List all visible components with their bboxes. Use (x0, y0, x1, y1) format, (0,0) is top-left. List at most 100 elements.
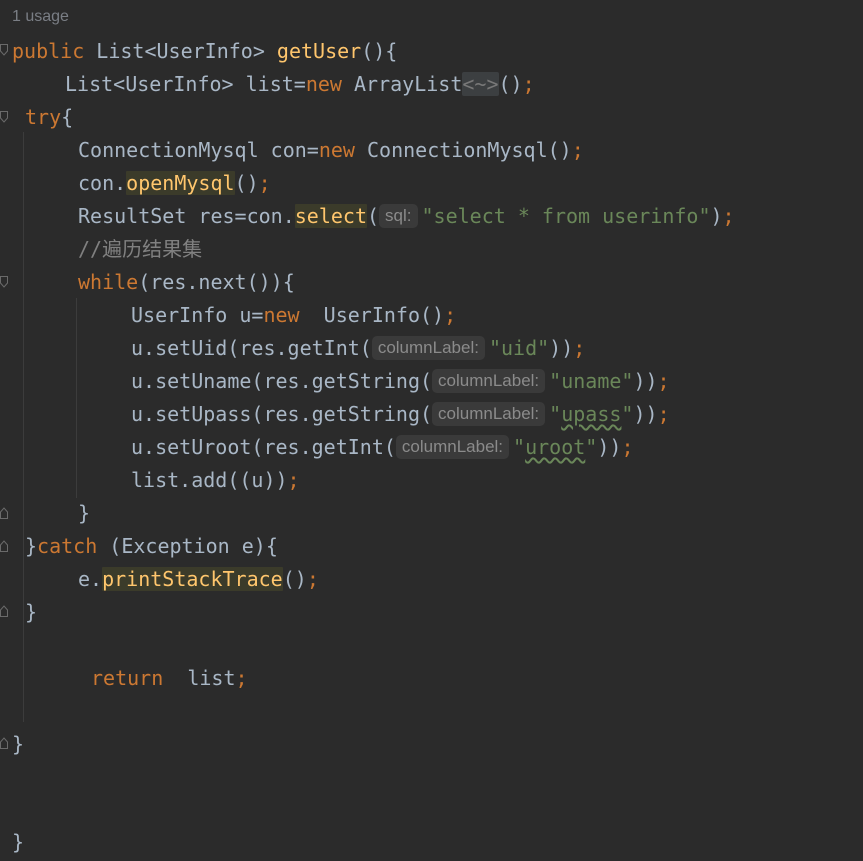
fold-end-icon[interactable] (0, 507, 8, 519)
diamond-fold[interactable]: <~> (462, 72, 499, 96)
code-text: u.setUpass(res.getString( (131, 402, 433, 426)
fold-end-icon[interactable] (0, 540, 8, 552)
parameter-hint: columnLabel: (395, 435, 510, 459)
code-text: } (12, 830, 25, 854)
string-quote: " (513, 435, 526, 459)
semicolon: ; (522, 72, 535, 96)
code-text: u.setUid(res.getInt( (131, 336, 372, 360)
fold-arrow-icon[interactable] (0, 276, 8, 288)
keyword: try (25, 105, 62, 129)
code-line[interactable]: } (12, 826, 24, 859)
code-text: (){ (361, 39, 398, 63)
code-line[interactable]: u.setUid(res.getInt(columnLabel: "uid")); (131, 332, 585, 365)
string-quote: " (549, 402, 562, 426)
semicolon: ; (444, 303, 457, 327)
code-text: ConnectionMysql con= (78, 138, 319, 162)
semicolon: ; (657, 402, 670, 426)
semicolon: ; (306, 567, 319, 591)
code-text: } (25, 600, 38, 624)
code-line[interactable]: }catch (Exception e){ (25, 530, 278, 563)
code-text: )) (549, 336, 574, 360)
string-quote: " (621, 402, 634, 426)
code-line[interactable]: con.openMysql(); (78, 167, 271, 200)
indent-guide (23, 132, 24, 722)
code-line[interactable]: list.add((u)); (131, 464, 300, 497)
fold-end-icon[interactable] (0, 605, 8, 617)
code-line[interactable]: ResultSet res=con.select(sql: "select * f… (78, 200, 735, 233)
code-text: } (25, 534, 38, 558)
code-line[interactable]: } (25, 596, 37, 629)
typo-string[interactable]: upass (561, 402, 621, 426)
keyword: while (78, 270, 139, 294)
parameter-hint: columnLabel: (371, 336, 485, 360)
code-line[interactable]: u.setUpass(res.getString(columnLabel: "up… (131, 398, 670, 431)
method-name: openMysql (126, 171, 235, 195)
code-text: e. (78, 567, 103, 591)
code-line[interactable]: while(res.next()){ (78, 266, 295, 299)
method-name: getUser (276, 39, 362, 63)
fold-end-icon[interactable] (0, 737, 8, 749)
parameter-hint: columnLabel: (432, 369, 546, 393)
code-text: list (163, 666, 236, 690)
fold-arrow-icon[interactable] (0, 44, 8, 56)
code-line[interactable]: return list; (91, 662, 248, 695)
indent-guide (23, 564, 24, 594)
code-text: u.setUroot(res.getInt( (131, 435, 396, 459)
keyword: new (318, 138, 355, 162)
semicolon: ; (258, 171, 271, 195)
semicolon: ; (287, 468, 300, 492)
code-text: } (78, 501, 91, 525)
code-text: UserInfo() (299, 303, 445, 327)
typo-string[interactable]: uroot (525, 435, 585, 459)
code-line[interactable]: ConnectionMysql con=new ConnectionMysql(… (78, 134, 584, 167)
method-name: select (294, 204, 367, 228)
code-text: UserInfo u= (131, 303, 264, 327)
string-quote: " (585, 435, 598, 459)
parameter-hint: columnLabel: (432, 402, 546, 426)
keyword: return (91, 666, 164, 690)
code-text: )) (633, 402, 658, 426)
code-text: ResultSet res=con. (78, 204, 295, 228)
code-text: ( (367, 204, 380, 228)
code-editor[interactable]: 1 usage public List<UserInfo> getUser(){… (0, 0, 863, 861)
string-literal: "select * from userinfo" (421, 204, 711, 228)
comment: //遍历结果集 (78, 237, 203, 261)
code-text: ) (710, 204, 723, 228)
code-line[interactable]: u.setUroot(res.getInt(columnLabel: "uroot… (131, 431, 633, 464)
semicolon: ; (573, 336, 586, 360)
usage-hint[interactable]: 1 usage (12, 8, 69, 30)
code-text: (res.next()){ (138, 270, 295, 294)
code-text: ArrayList (341, 72, 463, 96)
keyword: new (263, 303, 300, 327)
string-literal: "uid" (488, 336, 550, 360)
indent-guide (76, 298, 77, 498)
code-line[interactable]: e.printStackTrace(); (78, 563, 319, 596)
semicolon: ; (235, 666, 248, 690)
code-text: () (234, 171, 259, 195)
code-text: () (282, 567, 307, 591)
code-text: (Exception e){ (97, 534, 278, 558)
code-line[interactable]: public List<UserInfo> getUser(){ (12, 35, 397, 68)
code-text: )) (597, 435, 622, 459)
code-text: { (61, 105, 74, 129)
parameter-hint: sql: (379, 204, 418, 228)
code-line[interactable]: try{ (25, 101, 73, 134)
code-text: list.add((u)) (131, 468, 288, 492)
code-text: List<UserInfo> list= (65, 72, 306, 96)
code-line[interactable]: } (12, 728, 24, 761)
code-line[interactable]: u.setUname(res.getString(columnLabel: "un… (131, 365, 670, 398)
code-line[interactable]: //遍历结果集 (78, 233, 202, 266)
semicolon: ; (621, 435, 634, 459)
code-text: con. (78, 171, 127, 195)
code-text: u.setUname(res.getString( (131, 369, 433, 393)
code-line[interactable]: UserInfo u=new UserInfo(); (131, 299, 456, 332)
semicolon: ; (657, 369, 670, 393)
code-line[interactable]: } (78, 497, 90, 530)
code-text: } (12, 732, 25, 756)
keyword: new (305, 72, 342, 96)
keyword: public (12, 39, 85, 63)
fold-arrow-icon[interactable] (0, 111, 8, 123)
keyword: catch (37, 534, 98, 558)
code-line[interactable]: List<UserInfo> list=new ArrayList<~>(); (65, 68, 535, 101)
semicolon: ; (571, 138, 584, 162)
